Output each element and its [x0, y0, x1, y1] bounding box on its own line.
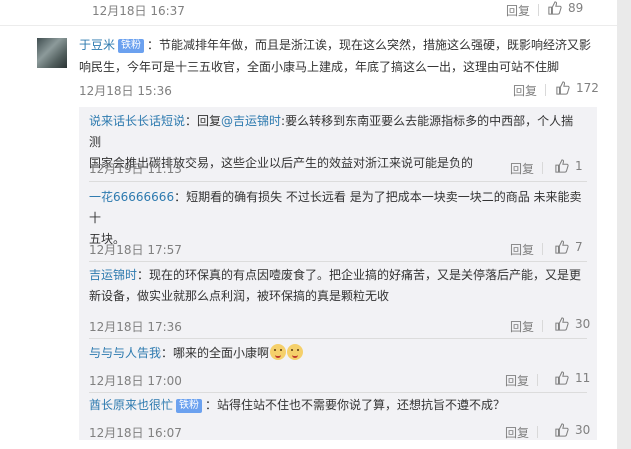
top-like-button[interactable]: 89 [548, 1, 583, 15]
reply-list: 说来话长长话短说：回复@吉运锦时:要么转移到东南亚要么去能源指标多的中西部，个人… [79, 107, 597, 440]
reply-time: 12月18日 16:07 [89, 426, 182, 440]
reply-mention[interactable]: @吉运锦时 [221, 114, 281, 128]
comment-time: 12月18日 15:36 [79, 84, 172, 98]
reply-time: 12月18日 17:36 [89, 320, 182, 334]
divider [89, 338, 587, 339]
divider [89, 392, 587, 393]
divider [537, 374, 538, 386]
reply-like-button[interactable]: 1 [555, 159, 583, 173]
thumbs-up-icon [556, 81, 570, 95]
fan-badge[interactable]: 铁粉 [118, 39, 145, 53]
reply-reply-button[interactable]: 回复 [505, 372, 529, 389]
divider [538, 4, 539, 16]
divider [89, 261, 587, 262]
reply-like-button[interactable]: 30 [555, 317, 590, 331]
divider [89, 181, 587, 182]
thumbs-up-icon [555, 159, 569, 173]
comment-body: 于豆米 铁粉 ：节能减排年年做，而且是浙江诶，现在这么突然，措施这么强硬，既影响经济… [79, 34, 599, 78]
top-like-count: 89 [568, 1, 584, 15]
divider [537, 426, 538, 438]
fan-badge[interactable]: 铁粉 [176, 399, 203, 413]
reply-reply-button[interactable]: 回复 [510, 241, 534, 258]
avatar[interactable] [37, 38, 67, 68]
reply-text: 与与与人告我：哪来的全面小康啊 [89, 343, 585, 364]
reply-like-count: 1 [575, 159, 583, 173]
smiley-face-icon [287, 344, 304, 360]
reply-text-line1: ：哪来的全面小康啊 [161, 346, 270, 360]
thumbs-up-icon [548, 1, 562, 15]
scrollbar-track[interactable] [617, 0, 631, 449]
smiley-face-icon [270, 344, 287, 360]
reply-like-count: 30 [575, 317, 591, 331]
reply-like-count: 11 [575, 371, 591, 385]
reply-like-count: 30 [575, 423, 591, 437]
divider [542, 162, 543, 174]
comment-like-count: 172 [576, 81, 599, 95]
reply-username[interactable]: 吉运锦时 [89, 268, 137, 282]
reply-prefix: ：回复 [185, 114, 222, 128]
reply-like-button[interactable]: 7 [555, 240, 583, 254]
top-comment-time: 12月18日 16:37 [92, 4, 185, 18]
reply-text: 吉运锦时：现在的环保真的有点因噎废食了。把企业搞的好痛苦，又是关停落后产能，又是… [89, 265, 585, 307]
top-reply-button[interactable]: 回复 [506, 2, 530, 19]
comment-text-line2: 响民生，今年可是十三五收官，全面小康马上建成，年底了搞这么一出，这理由可站不住脚 [79, 60, 560, 74]
reply-username[interactable]: 酋长原来也很忙 [89, 398, 173, 412]
reply-reply-button[interactable]: 回复 [510, 160, 534, 177]
comment-username[interactable]: 于豆米 [79, 38, 115, 52]
reply-time: 12月19日 11:13 [89, 162, 182, 176]
comment-like-button[interactable]: 172 [556, 81, 599, 95]
reply-text-line1: ：现在的环保真的有点因噎废食了。把企业搞的好痛苦，又是关停落后产能，又是更 [137, 268, 582, 282]
divider [542, 243, 543, 255]
reply-text-line2: 新设备，做实业就那么点利润，被环保搞的真是颗粒无收 [89, 289, 390, 303]
reply-username[interactable]: 与与与人告我 [89, 346, 161, 360]
thumbs-up-icon [555, 423, 569, 437]
reply-reply-button[interactable]: 回复 [505, 424, 529, 441]
reply-time: 12月18日 17:00 [89, 374, 182, 388]
comment-reply-button[interactable]: 回复 [513, 82, 537, 99]
reply-username[interactable]: 一花66666666 [89, 190, 174, 204]
reply-like-button[interactable]: 30 [555, 423, 590, 437]
thumbs-up-icon [555, 317, 569, 331]
reply-time: 12月18日 17:57 [89, 243, 182, 257]
thumbs-up-icon [555, 371, 569, 385]
thumbs-up-icon [555, 240, 569, 254]
divider [0, 25, 617, 26]
reply-reply-button[interactable]: 回复 [510, 318, 534, 335]
reply-like-button[interactable]: 11 [555, 371, 590, 385]
reply-like-count: 7 [575, 240, 583, 254]
divider [542, 320, 543, 332]
comment-text-line1: ：节能减排年年做，而且是浙江诶，现在这么突然，措施这么强硬，既影响经济又影 [147, 38, 592, 52]
reply-text: 酋长原来也很忙 铁粉 ：站得住站不住也不需要你说了算，还想抗旨不遵不成？ [89, 395, 585, 416]
divider [545, 84, 546, 96]
comment-card: 12月18日 16:37 回复 89 于豆米 铁粉 ：节能减排年年做，而且是浙江诶，… [0, 0, 617, 449]
reply-username[interactable]: 说来话长长话短说 [89, 114, 185, 128]
reply-text-line1: ：站得住站不住也不需要你说了算，还想抗旨不遵不成？ [205, 398, 506, 412]
